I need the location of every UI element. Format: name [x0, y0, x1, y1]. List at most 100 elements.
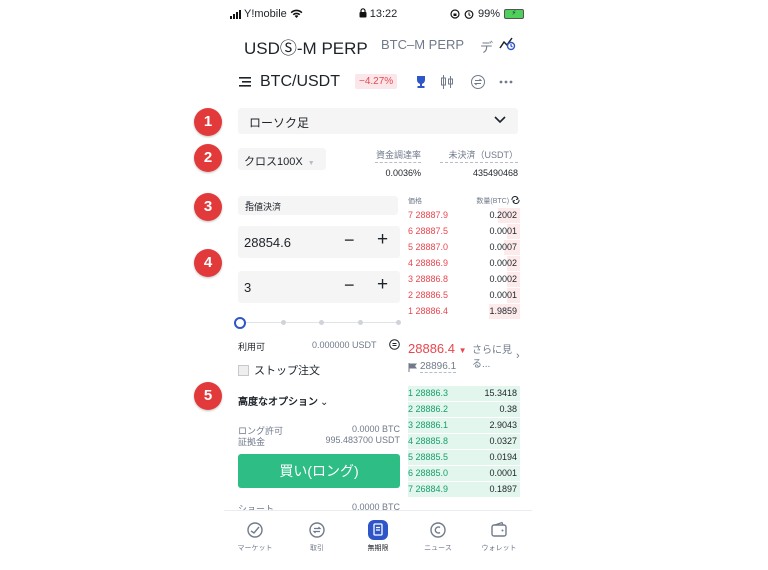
step-marker-1: 1 — [194, 108, 222, 136]
ask-price: 1 28886.4 — [408, 306, 449, 316]
funding-rate-value: 0.0036% — [385, 168, 421, 178]
chevron-right-icon[interactable]: › — [516, 350, 520, 362]
open-interest: 未決済（USDT） 435490468 — [440, 148, 518, 178]
margin-mode-selector[interactable]: クロス100X ▼ — [238, 148, 326, 170]
pair-header: BTC/USDT −4.27% — [224, 72, 532, 94]
tab-usds-m-perp[interactable]: USDⓈ-M PERP — [244, 34, 368, 59]
refresh-icon[interactable] — [511, 195, 520, 205]
bid-row[interactable]: 7 26884.9 0.1897 — [408, 481, 520, 497]
flag-icon — [408, 362, 417, 372]
quantity-increase-button[interactable]: + — [377, 274, 388, 296]
tab-demo[interactable]: デ — [480, 37, 493, 56]
bid-row[interactable]: 1 28886.3 15.3418 — [408, 385, 520, 401]
open-interest-value: 435490468 — [472, 168, 518, 178]
swap-circle-icon[interactable] — [470, 74, 486, 90]
nav-label: マーケット — [237, 545, 273, 552]
tab-btc-m-perp[interactable]: BTC–M PERP — [381, 37, 464, 52]
orderbook-qty-header: 数量(BTC) — [476, 195, 520, 206]
nav-label: 取引 — [310, 545, 324, 552]
price-input[interactable]: 28854.6 − + — [238, 226, 400, 258]
nav-item-market[interactable]: マーケット — [225, 517, 285, 553]
pair-symbol[interactable]: BTC/USDT — [260, 73, 340, 91]
ask-qty: 1.9859 — [489, 306, 517, 316]
margin-requirement: 証拠金 995.483700 USDT — [238, 435, 400, 448]
order-type-dropdown[interactable]: 指値決済 ▼ — [238, 196, 398, 215]
step-marker-5: 5 — [194, 382, 222, 410]
funding-rate: 資金調達率 0.0036% — [375, 148, 421, 178]
quantity-input[interactable]: 3 − + — [238, 271, 400, 303]
price-increase-button[interactable]: + — [377, 229, 388, 251]
news-icon — [430, 522, 446, 538]
ask-qty: 0.2002 — [489, 210, 517, 220]
bid-qty: 0.0194 — [489, 452, 517, 462]
quantity-decrease-button[interactable]: − — [344, 275, 355, 296]
ask-row[interactable]: 4 28886.9 0.0002 — [408, 255, 520, 271]
caret-down-icon: ▼ — [245, 200, 252, 207]
ask-row[interactable]: 6 28887.5 0.0001 — [408, 223, 520, 239]
bid-qty: 0.38 — [499, 404, 517, 414]
stop-order-toggle[interactable]: ストップ注文 — [238, 362, 320, 378]
trophy-icon[interactable] — [413, 74, 429, 90]
see-more-link[interactable]: さらに見る... — [472, 344, 522, 372]
bid-qty: 0.0001 — [489, 468, 517, 478]
ask-row[interactable]: 2 28886.5 0.0001 — [408, 287, 520, 303]
chart-type-dropdown[interactable]: ローソク足 — [238, 108, 518, 134]
price-decrease-button[interactable]: − — [344, 230, 355, 251]
ask-row[interactable]: 7 28887.9 0.2002 — [408, 207, 520, 223]
ask-qty: 0.0002 — [489, 258, 517, 268]
bid-price: 1 28886.3 — [408, 388, 449, 398]
nav-item-trade[interactable]: 取引 — [287, 517, 347, 553]
more-options-icon[interactable] — [498, 74, 514, 90]
ask-qty: 0.0001 — [489, 290, 517, 300]
nav-label: ウォレット — [481, 545, 517, 552]
ask-row[interactable]: 3 28886.8 0.0002 — [408, 271, 520, 287]
orderbook-price-header: 価格 — [408, 198, 422, 205]
ask-row[interactable]: 5 28887.0 0.0007 — [408, 239, 520, 255]
slider-handle[interactable] — [234, 317, 246, 329]
slider-step[interactable] — [396, 320, 401, 325]
chevron-down-icon — [494, 116, 506, 124]
bid-price: 2 28886.2 — [408, 404, 449, 414]
bid-row[interactable]: 4 28885.8 0.0327 — [408, 433, 520, 449]
battery-percent: 99% — [477, 8, 500, 20]
quantity-slider[interactable] — [234, 316, 402, 330]
chart-type-label: ローソク足 — [249, 116, 310, 130]
bid-price: 5 28885.5 — [408, 452, 449, 462]
advanced-options-toggle[interactable]: 高度なオプション ⌄ — [238, 393, 328, 408]
ask-row[interactable]: 1 28886.4 1.9859 — [408, 303, 520, 319]
stop-order-checkbox[interactable] — [238, 364, 249, 376]
nav-item-wallet[interactable]: ウォレット — [469, 517, 529, 553]
pair-menu-icon[interactable] — [238, 76, 252, 88]
open-interest-label: 未決済（USDT） — [440, 148, 518, 163]
mark-price-value: 28896.1 — [420, 361, 457, 373]
bid-row[interactable]: 6 28885.0 0.0001 — [408, 465, 520, 481]
quantity-value: 3 — [244, 280, 252, 295]
last-price-value: 28886.4 — [408, 341, 455, 356]
available-label: 利用可 — [238, 342, 266, 352]
nav-item-news[interactable]: ニュース — [408, 517, 468, 553]
clock-time: 13:22 — [369, 8, 398, 20]
lock-icon — [359, 8, 367, 18]
market-icon — [247, 522, 263, 538]
ask-price: 6 28887.5 — [408, 226, 449, 236]
transfer-icon[interactable] — [389, 339, 400, 350]
price-change-badge: −4.27% — [355, 74, 398, 89]
orderbook-qty-header-text: 数量(BTC) — [476, 198, 510, 205]
slider-step[interactable] — [281, 320, 286, 325]
slider-step[interactable] — [358, 320, 363, 325]
nav-item-futures[interactable]: 無期限 — [348, 517, 408, 553]
ask-price: 3 28886.8 — [408, 274, 449, 284]
slider-step[interactable] — [319, 320, 324, 325]
ask-price: 7 28887.9 — [408, 210, 449, 220]
trading-bot-icon[interactable] — [498, 34, 516, 52]
orderbook-header: 価格 数量(BTC) — [408, 195, 520, 206]
bid-row[interactable]: 2 28886.2 0.38 — [408, 401, 520, 417]
bid-row[interactable]: 3 28886.1 2.9043 — [408, 417, 520, 433]
buy-long-button[interactable]: 買い(ロング) — [238, 454, 400, 488]
bid-price: 7 26884.9 — [408, 484, 449, 494]
alarm-icon — [464, 10, 474, 19]
candlestick-icon[interactable] — [439, 74, 455, 90]
long-allowance-value: 0.0000 BTC — [351, 424, 400, 434]
available-value: 0.000000 USDT — [312, 340, 377, 350]
bid-row[interactable]: 5 28885.5 0.0194 — [408, 449, 520, 465]
